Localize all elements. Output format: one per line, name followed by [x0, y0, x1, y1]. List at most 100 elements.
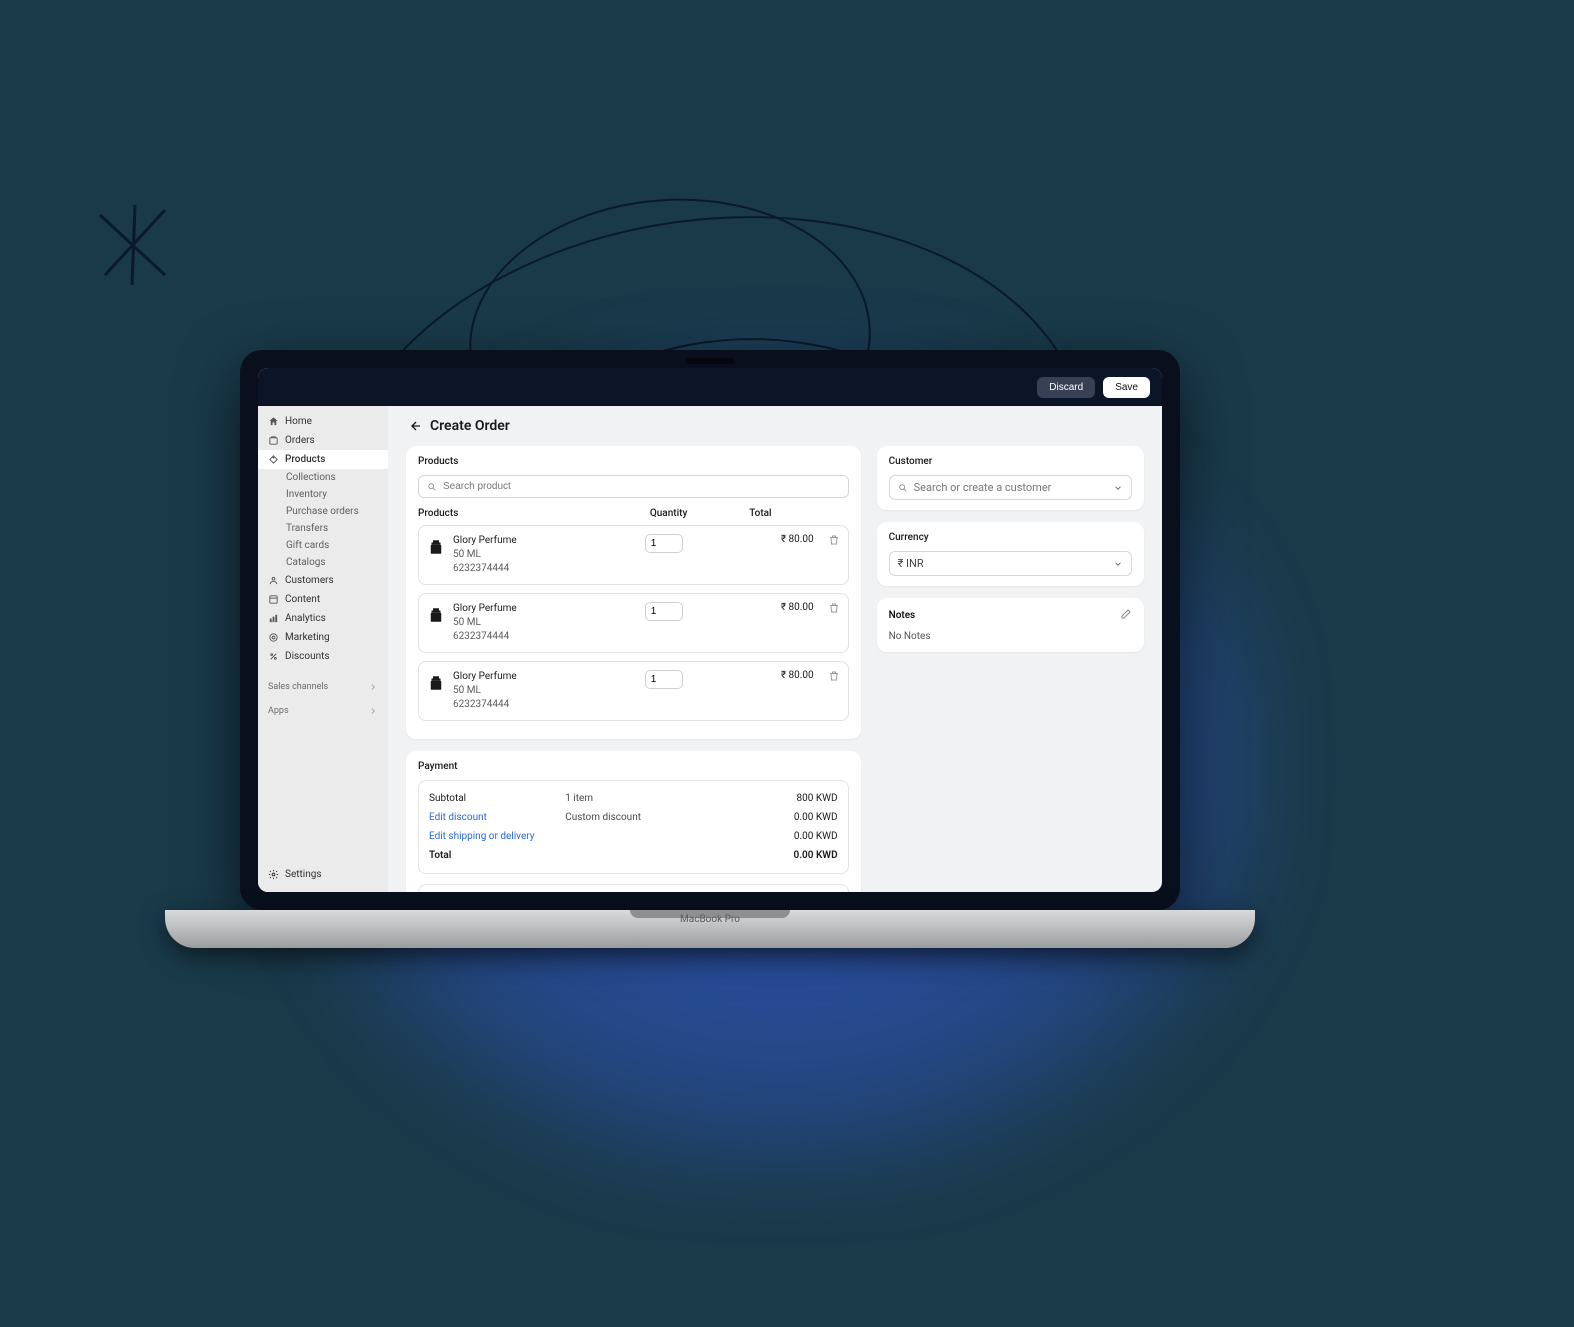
- edit-shipping-link[interactable]: Edit shipping or delivery: [429, 831, 565, 842]
- sidebar-sub-transfers[interactable]: Transfers: [258, 520, 388, 537]
- sidebar-sub-inventory[interactable]: Inventory: [258, 486, 388, 503]
- sidebar-item-settings[interactable]: Settings: [258, 861, 388, 892]
- product-name: Glory Perfume: [453, 534, 637, 548]
- delete-row-button[interactable]: [822, 534, 840, 549]
- sidebar-item-label: Orders: [285, 435, 315, 446]
- row-total: ₹ 80.00: [745, 670, 814, 681]
- sidebar-item-label: Products: [285, 454, 325, 465]
- app-viewport: Discard Save Home Orders: [258, 368, 1162, 892]
- chevron-right-icon: [368, 682, 378, 692]
- product-sku: 6232374444: [453, 630, 637, 644]
- sidebar-sub-catalogs[interactable]: Catalogs: [258, 554, 388, 571]
- product-sku: 6232374444: [453, 698, 637, 712]
- delete-row-button[interactable]: [822, 670, 840, 685]
- subtotal-mid: 1 item: [565, 793, 728, 804]
- sidebar-section-sales-channels[interactable]: Sales channels: [258, 672, 388, 696]
- notes-empty: No Notes: [889, 631, 1132, 642]
- subtotal-label: Subtotal: [429, 793, 565, 804]
- sidebar-item-orders[interactable]: Orders: [258, 431, 388, 450]
- qty-input[interactable]: [645, 670, 683, 689]
- sidebar-item-label: Discounts: [285, 651, 330, 662]
- sidebar-item-discounts[interactable]: Discounts: [258, 647, 388, 666]
- sidebar-item-label: Settings: [285, 869, 322, 880]
- discount-value: 0.00 KWD: [729, 812, 838, 823]
- product-search-input[interactable]: [443, 481, 840, 492]
- chevron-right-icon: [368, 706, 378, 716]
- sidebar-item-marketing[interactable]: Marketing: [258, 628, 388, 647]
- customers-icon: [268, 575, 279, 586]
- product-thumb-icon: [427, 672, 445, 694]
- notes-card: Notes No Notes: [877, 598, 1144, 652]
- save-button[interactable]: Save: [1103, 377, 1150, 398]
- sidebar-sub-collections[interactable]: Collections: [258, 469, 388, 486]
- card-title: Customer: [889, 456, 1132, 467]
- qty-input[interactable]: [645, 534, 683, 553]
- chevron-down-icon: [1113, 559, 1123, 569]
- sidebar-item-content[interactable]: Content: [258, 590, 388, 609]
- sidebar-item-label: Analytics: [285, 613, 326, 624]
- sidebar-item-analytics[interactable]: Analytics: [258, 609, 388, 628]
- sidebar-item-label: Content: [285, 594, 320, 605]
- subtotal-value: 800 KWD: [729, 793, 838, 804]
- product-search[interactable]: [418, 475, 849, 498]
- chevron-down-icon: [1113, 483, 1123, 493]
- currency-card: Currency ₹ INR: [877, 522, 1144, 586]
- product-thumb-icon: [427, 536, 445, 558]
- qty-input[interactable]: [645, 602, 683, 621]
- marketing-icon: [268, 632, 279, 643]
- card-title: Currency: [889, 532, 1132, 543]
- product-row: Glory Perfume 50 ML 6232374444 ₹ 80.00: [418, 593, 849, 653]
- col-products: Products: [418, 508, 650, 519]
- product-name: Glory Perfume: [453, 602, 637, 616]
- discount-mid: Custom discount: [565, 812, 728, 823]
- home-icon: [268, 416, 279, 427]
- card-title: Payment: [418, 761, 849, 772]
- col-total: Total: [749, 508, 848, 519]
- sidebar-sub-purchase-orders[interactable]: Purchase orders: [258, 503, 388, 520]
- product-sku: 6232374444: [453, 562, 637, 576]
- total-value: 0.00 KWD: [729, 850, 838, 861]
- sidebar-item-label: Home: [285, 416, 312, 427]
- product-variant: 50 ML: [453, 684, 637, 698]
- camera-notch: [685, 358, 735, 364]
- sidebar-item-home[interactable]: Home: [258, 412, 388, 431]
- col-quantity: Quantity: [650, 508, 749, 519]
- product-row: Glory Perfume 50 ML 6232374444 ₹ 80.00: [418, 525, 849, 585]
- edit-notes-button[interactable]: [1120, 608, 1132, 623]
- laptop-mockup: Discard Save Home Orders: [240, 350, 1180, 980]
- discounts-icon: [268, 651, 279, 662]
- sidebar-section-apps[interactable]: Apps: [258, 696, 388, 720]
- delete-row-button[interactable]: [822, 602, 840, 617]
- customer-card: Customer Search or create a customer: [877, 446, 1144, 510]
- product-variant: 50 ML: [453, 616, 637, 630]
- main-content: Create Order Products: [388, 406, 1162, 892]
- product-row: Glory Perfume 50 ML 6232374444 ₹ 80.00: [418, 661, 849, 721]
- card-title: Notes: [889, 610, 916, 621]
- analytics-icon: [268, 613, 279, 624]
- orders-icon: [268, 435, 279, 446]
- page-title: Create Order: [430, 418, 510, 434]
- payment-card: Payment Subtotal 1 item 800 KWD Edit dis…: [406, 751, 861, 892]
- product-variant: 50 ML: [453, 548, 637, 562]
- row-total: ₹ 80.00: [745, 602, 814, 613]
- decorative-star: [90, 200, 180, 290]
- products-icon: [268, 454, 279, 465]
- currency-select[interactable]: ₹ INR: [889, 551, 1132, 576]
- product-thumb-icon: [427, 604, 445, 626]
- topbar: Discard Save: [258, 368, 1162, 406]
- total-label: Total: [429, 850, 565, 861]
- products-card: Products Products Quantity Total: [406, 446, 861, 739]
- sidebar-item-customers[interactable]: Customers: [258, 571, 388, 590]
- edit-discount-link[interactable]: Edit discount: [429, 812, 565, 823]
- gear-icon: [268, 869, 279, 880]
- sidebar: Home Orders Products Collections Invento…: [258, 406, 388, 892]
- card-title: Products: [418, 456, 849, 467]
- discard-button[interactable]: Discard: [1037, 377, 1095, 398]
- sidebar-sub-gift-cards[interactable]: Gift cards: [258, 537, 388, 554]
- sidebar-item-products[interactable]: Products: [258, 450, 388, 469]
- back-arrow-icon[interactable]: [406, 418, 422, 434]
- product-name: Glory Perfume: [453, 670, 637, 684]
- customer-search-select[interactable]: Search or create a customer: [889, 475, 1132, 500]
- sidebar-item-label: Marketing: [285, 632, 330, 643]
- row-total: ₹ 80.00: [745, 534, 814, 545]
